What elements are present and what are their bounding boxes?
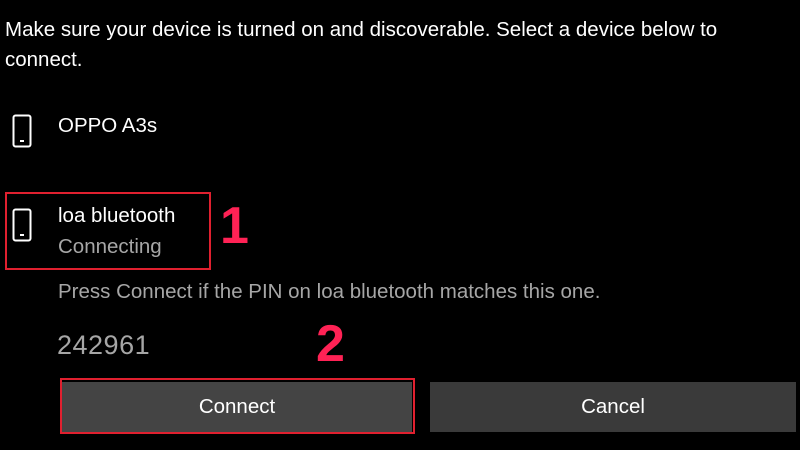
- step-label-2: 2: [316, 315, 345, 373]
- step-label-1: 1: [220, 197, 249, 255]
- device-name: OPPO A3s: [58, 114, 158, 137]
- bluetooth-pairing-panel: Make sure your device is turned on and d…: [0, 0, 800, 450]
- highlight-box-connect: [60, 378, 415, 434]
- instructions-text: Make sure your device is turned on and d…: [5, 18, 718, 71]
- device-item-oppo-a3s[interactable]: OPPO A3s: [0, 110, 400, 160]
- pin-code: 242961: [57, 330, 151, 360]
- highlight-box-device: [5, 192, 211, 270]
- cancel-button[interactable]: Cancel: [430, 382, 796, 432]
- pin-prompt-text: Press Connect if the PIN on loa bluetoot…: [58, 280, 601, 303]
- phone-icon: [12, 114, 32, 148]
